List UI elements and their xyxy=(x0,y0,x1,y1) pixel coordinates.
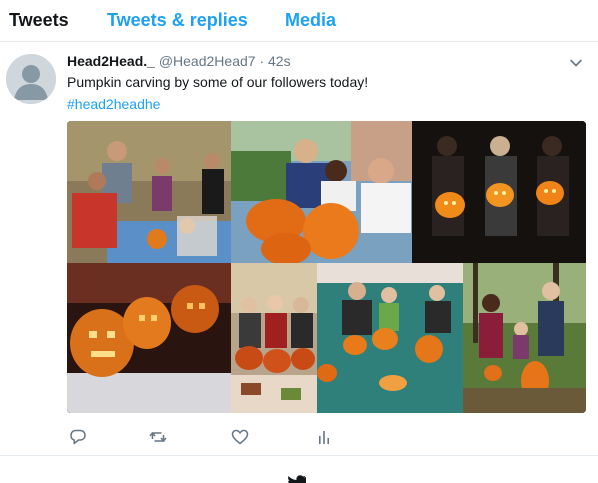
photo-group-carving-table xyxy=(67,121,231,263)
separator-dot: · xyxy=(259,53,265,69)
author-name[interactable]: Head2Head._ xyxy=(67,53,155,69)
tweet-actions xyxy=(0,427,598,449)
tab-tweets-and-replies[interactable]: Tweets & replies xyxy=(107,9,248,31)
default-user-icon xyxy=(6,54,56,104)
tab-tweets[interactable]: Tweets xyxy=(9,9,69,31)
tweet-menu-button[interactable] xyxy=(568,55,584,71)
reply-button[interactable] xyxy=(68,427,88,447)
profile-tabs: Tweets Tweets & replies Media xyxy=(0,0,598,42)
author-handle[interactable]: @Head2Head7 xyxy=(159,53,256,69)
tweet-header: Head2Head._ @Head2Head7 · 42s xyxy=(67,52,291,70)
tweet-timestamp[interactable]: 42s xyxy=(268,53,291,69)
photo-collage[interactable] xyxy=(67,121,586,413)
photo-glowing-lanterns xyxy=(67,263,231,413)
analytics-button[interactable] xyxy=(314,427,334,447)
heart-icon xyxy=(231,429,249,445)
twitter-bird-icon xyxy=(287,474,307,483)
photo-women-with-pumpkins xyxy=(231,263,317,413)
avatar[interactable] xyxy=(6,54,56,104)
photo-kids-on-tarp xyxy=(317,263,463,413)
photo-family-in-woods xyxy=(463,263,586,413)
photo-jack-o-lanterns-dark xyxy=(412,121,586,263)
tweet-text: Pumpkin carving by some of our followers… xyxy=(67,74,369,90)
photo-boys-with-pumpkins xyxy=(231,121,412,263)
retweet-icon xyxy=(149,432,167,442)
tab-media[interactable]: Media xyxy=(285,9,336,31)
retweet-button[interactable] xyxy=(148,427,168,447)
hashtag-link[interactable]: #head2headhe xyxy=(67,95,160,113)
reply-icon xyxy=(70,429,86,445)
like-button[interactable] xyxy=(230,427,250,447)
analytics-icon xyxy=(319,431,329,444)
chevron-down-icon xyxy=(570,59,582,67)
tweet[interactable]: Head2Head._ @Head2Head7 · 42s Pumpkin ca… xyxy=(0,42,598,456)
